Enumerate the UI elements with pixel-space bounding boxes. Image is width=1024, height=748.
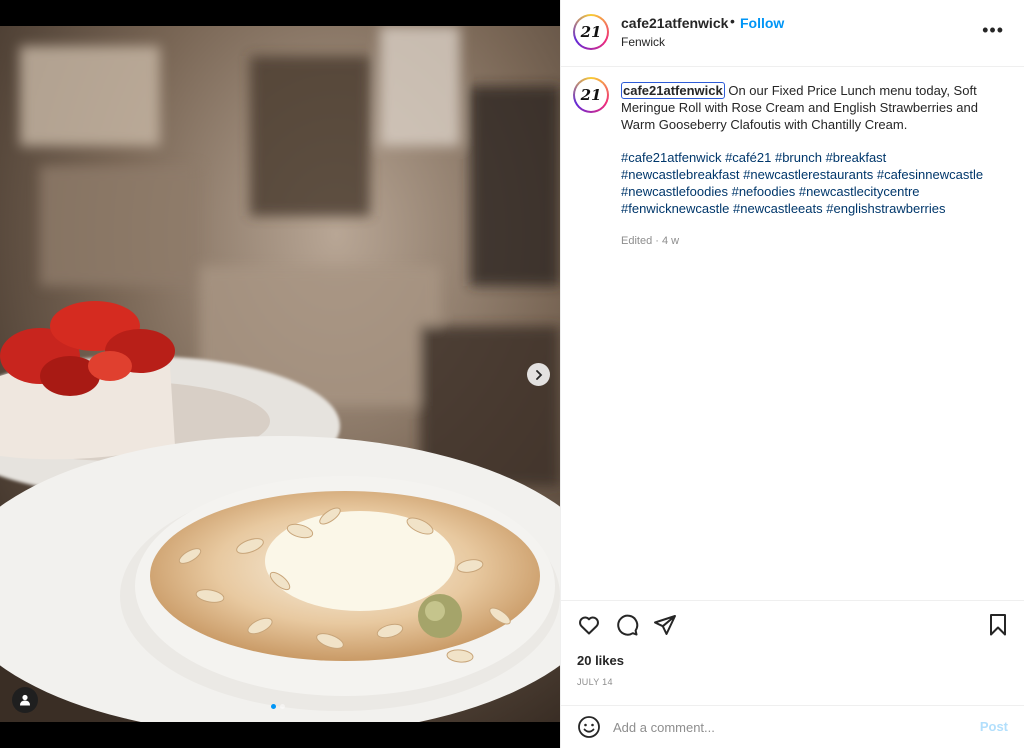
edited-timestamp[interactable]: Edited · 4 w (621, 233, 996, 250)
post-photo (0, 26, 560, 722)
carousel-dot-active (271, 704, 276, 709)
details-pane: 21 cafe21atfenwick • Follow Fenwick ••• … (560, 0, 1024, 748)
action-bar: 20 likes JULY 14 (561, 600, 1024, 705)
next-slide-button[interactable] (527, 363, 550, 386)
caption-section: 21 cafe21atfenwick On our Fixed Price Lu… (561, 68, 1024, 600)
hashtag-link[interactable]: #cafe21atfenwick (621, 150, 721, 165)
avatar-logo: 21 (575, 79, 607, 111)
hashtag-link[interactable]: #nefoodies (732, 184, 796, 199)
hashtag-list: #cafe21atfenwick #café21 #brunch #breakf… (621, 149, 996, 217)
bookmark-icon[interactable] (988, 613, 1008, 642)
hashtag-link[interactable]: #newcastlecitycentre (799, 184, 920, 199)
user-tag-icon (20, 694, 30, 706)
avatar[interactable]: 21 (573, 14, 609, 50)
caption-username-link[interactable]: cafe21atfenwick (621, 82, 725, 99)
hashtag-link[interactable]: #breakfast (826, 150, 887, 165)
comment-bar: Post (561, 705, 1024, 748)
caption-avatar[interactable]: 21 (573, 77, 609, 113)
hashtag-link[interactable]: #englishstrawberries (826, 201, 945, 216)
post-header: 21 cafe21atfenwick • Follow Fenwick ••• (561, 0, 1024, 67)
hashtag-link[interactable]: #newcastlebreakfast (621, 167, 740, 182)
caption-text-block: cafe21atfenwick On our Fixed Price Lunch… (621, 82, 996, 133)
hashtag-link[interactable]: #newcastleeats (733, 201, 823, 216)
separator-dot: • (730, 13, 735, 29)
chevron-right-icon (535, 369, 542, 380)
emoji-icon[interactable] (577, 715, 601, 744)
post-date[interactable]: JULY 14 (577, 677, 613, 687)
comment-icon[interactable] (615, 613, 639, 642)
share-icon[interactable] (653, 613, 677, 642)
follow-button[interactable]: Follow (740, 15, 784, 31)
hashtag-link[interactable]: #newcastlerestaurants (743, 167, 873, 182)
hashtag-link[interactable]: #café21 (725, 150, 771, 165)
post-modal: 21 cafe21atfenwick • Follow Fenwick ••• … (0, 0, 1024, 748)
comment-input[interactable] (613, 714, 953, 740)
carousel-dot (280, 704, 285, 709)
likes-count[interactable]: 20 likes (577, 653, 624, 668)
tagged-users-button[interactable] (12, 687, 38, 713)
location-link[interactable]: Fenwick (621, 35, 665, 49)
post-comment-button[interactable]: Post (980, 719, 1008, 734)
heart-icon[interactable] (577, 613, 601, 642)
more-icon[interactable]: ••• (982, 20, 1004, 41)
avatar-logo: 21 (575, 16, 607, 48)
media-pane (0, 0, 560, 748)
carousel-dots (271, 704, 285, 709)
username-link[interactable]: cafe21atfenwick (621, 15, 728, 31)
hashtag-link[interactable]: #fenwicknewcastle (621, 201, 729, 216)
caption-body: cafe21atfenwick On our Fixed Price Lunch… (621, 82, 996, 250)
hashtag-link[interactable]: #brunch (775, 150, 822, 165)
hashtag-link[interactable]: #newcastlefoodies (621, 184, 728, 199)
hashtag-link[interactable]: #cafesinnewcastle (877, 167, 983, 182)
